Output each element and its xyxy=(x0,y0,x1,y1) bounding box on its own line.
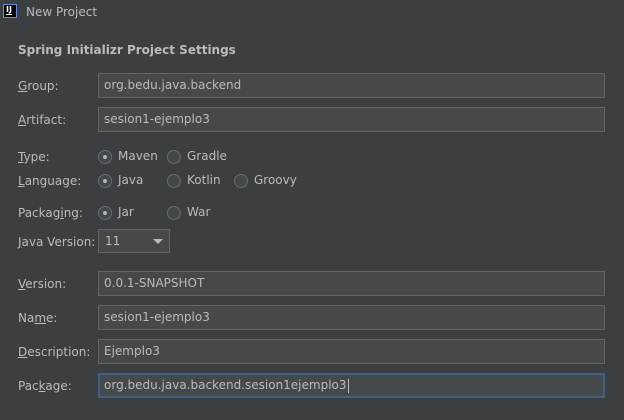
radio-unselected-icon xyxy=(167,150,181,164)
radio-unselected-icon xyxy=(234,174,248,188)
new-project-dialog: IJ New Project Spring Initializr Project… xyxy=(0,0,624,420)
package-label: Package: xyxy=(18,379,72,393)
package-field[interactable]: org.bedu.java.backend.sesion1ejemplo3 xyxy=(98,373,605,398)
type-label: Type: xyxy=(18,150,50,164)
radio-selected-icon xyxy=(98,150,112,164)
group-label: Group: xyxy=(18,79,59,93)
radio-selected-icon xyxy=(98,206,112,220)
java-version-value: 11 xyxy=(105,234,121,248)
name-label: Name: xyxy=(18,311,58,325)
intellij-idea-icon: IJ xyxy=(3,4,17,18)
package-field-value: org.bedu.java.backend.sesion1ejemplo3 xyxy=(104,378,347,392)
version-label: Version: xyxy=(18,277,67,291)
window-title: New Project xyxy=(26,5,98,19)
description-label: Description: xyxy=(18,345,91,359)
java-version-label: Java Version: xyxy=(18,235,96,249)
artifact-field[interactable]: sesion1-ejemplo3 xyxy=(98,107,605,132)
packaging-label: Packaging: xyxy=(18,206,83,220)
description-field[interactable]: Ejemplo3 xyxy=(98,339,605,364)
java-version-select[interactable]: 11 xyxy=(98,229,170,253)
chevron-down-icon xyxy=(153,239,163,244)
artifact-label: Artifact: xyxy=(18,113,67,127)
section-title: Spring Initializr Project Settings xyxy=(18,43,236,57)
radio-unselected-icon xyxy=(167,174,181,188)
group-field[interactable]: org.bedu.java.backend xyxy=(98,73,605,98)
version-field[interactable]: 0.0.1-SNAPSHOT xyxy=(98,271,605,296)
radio-selected-icon xyxy=(98,174,112,188)
radio-unselected-icon xyxy=(167,206,181,220)
language-label: Language: xyxy=(18,174,82,188)
title-bar: IJ New Project xyxy=(0,0,624,26)
text-caret xyxy=(347,378,349,393)
name-field[interactable]: sesion1-ejemplo3 xyxy=(98,305,605,330)
